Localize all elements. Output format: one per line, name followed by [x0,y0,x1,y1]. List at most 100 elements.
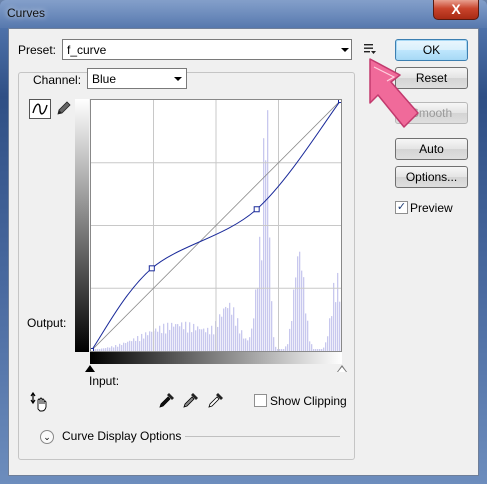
input-label: Input: [89,374,120,388]
curve-control-point[interactable] [338,100,342,103]
auto-button[interactable]: Auto [395,138,468,160]
histogram-bar [181,322,183,351]
histogram-bar [333,282,335,351]
curve-control-point[interactable] [91,348,94,352]
histogram-bar [239,333,241,351]
chevron-double-down-icon: ⌄ [43,432,51,442]
histogram-bar [159,325,161,351]
histogram-bar [253,318,255,351]
histogram-bar [233,307,235,351]
curve-point-tool[interactable] [29,99,51,119]
preview-label: Preview [410,201,453,215]
close-button[interactable]: X [433,0,479,20]
histogram-bar [275,346,277,351]
histogram-bar [301,270,303,351]
histogram-bar [161,333,163,351]
white-point-slider-fill [338,367,346,372]
curve-control-point[interactable] [148,265,155,272]
preset-dropdown[interactable]: f_curve [62,39,352,60]
histogram-bar [305,313,307,351]
expand-options-button[interactable]: ⌄ [40,430,54,444]
output-gradient-bar [75,99,89,352]
histogram-bar [279,349,281,351]
histogram-bar [177,324,179,351]
histogram-bar [173,326,175,351]
histogram-bar [243,338,245,351]
histogram-bar [185,321,187,351]
histogram-bar [183,329,185,351]
show-clipping-checkbox[interactable] [254,394,267,407]
histogram-bar [187,332,189,351]
eyedropper-gray-icon [183,393,198,408]
histogram-bar [227,308,229,351]
histogram-bar [145,332,147,351]
histogram-bar [267,110,269,351]
curves-graph[interactable] [90,99,342,352]
show-clipping-label: Show Clipping [270,394,347,408]
black-eyedropper-tool[interactable] [158,391,176,409]
histogram-bar [293,289,295,351]
histogram-bar [263,138,265,351]
channel-label: Channel: [30,73,85,87]
histogram-bar [299,251,301,351]
histogram-bar [157,331,159,351]
histogram-bar [151,331,153,351]
curves-graph-canvas[interactable] [91,100,341,351]
histogram-bar [213,334,215,351]
chevron-down-icon [341,48,349,52]
histogram-bar [201,329,203,351]
histogram-bar [123,342,125,351]
histogram-bar [251,328,253,351]
histogram-bar [191,332,193,351]
histogram-bar [171,322,173,351]
eyedropper-white-icon [208,393,223,408]
histogram-bar [315,349,317,351]
title-bar[interactable]: Curves X [0,0,487,28]
histogram-bar [329,318,331,351]
curve-control-point[interactable] [253,206,260,213]
histogram-bar [231,314,233,351]
histogram-bar [273,337,275,351]
hand-adjust-icon [30,391,47,412]
gray-eyedropper-tool[interactable] [182,391,200,409]
histogram-bar [257,287,259,351]
histogram-bar [319,349,321,351]
histogram-bar [237,318,239,351]
pencil-tool[interactable] [55,99,73,117]
histogram-bar [103,348,105,351]
histogram-bar [121,345,123,351]
histogram-bar [241,330,243,351]
histogram-bar [259,236,261,351]
histogram-bar [269,237,271,351]
histogram-bar [207,327,209,351]
histogram-bar [289,328,291,351]
histogram-bar [285,346,287,351]
curve-display-options-label[interactable]: Curve Display Options [62,429,181,443]
pencil-icon [57,101,71,115]
histogram-bar [331,316,333,351]
histogram-bar [119,343,121,351]
histogram-bar [95,349,97,351]
histogram-bar [97,348,99,351]
histogram-bar [155,328,157,351]
channel-dropdown[interactable]: Blue [87,68,187,89]
histogram-bar [139,341,141,351]
histogram-bar [217,326,219,351]
target-adjust-tool[interactable] [29,391,51,412]
preview-checkbox[interactable]: ✓ [395,201,408,214]
histogram-bar [261,260,263,351]
histogram-bar [265,160,267,351]
black-point-slider[interactable] [85,365,95,372]
histogram-bar [325,342,327,351]
preset-options-icon[interactable] [363,42,377,56]
white-eyedropper-tool[interactable] [207,391,225,409]
histogram-bar [225,306,227,351]
histogram-bar [197,326,199,351]
histogram-bar [129,340,131,351]
histogram-bar [309,341,311,351]
histogram-bar [195,330,197,351]
histogram-bar [143,338,145,351]
options-button[interactable]: Options... [395,166,468,188]
histogram-bar [287,344,289,351]
histogram-bar [335,302,337,351]
